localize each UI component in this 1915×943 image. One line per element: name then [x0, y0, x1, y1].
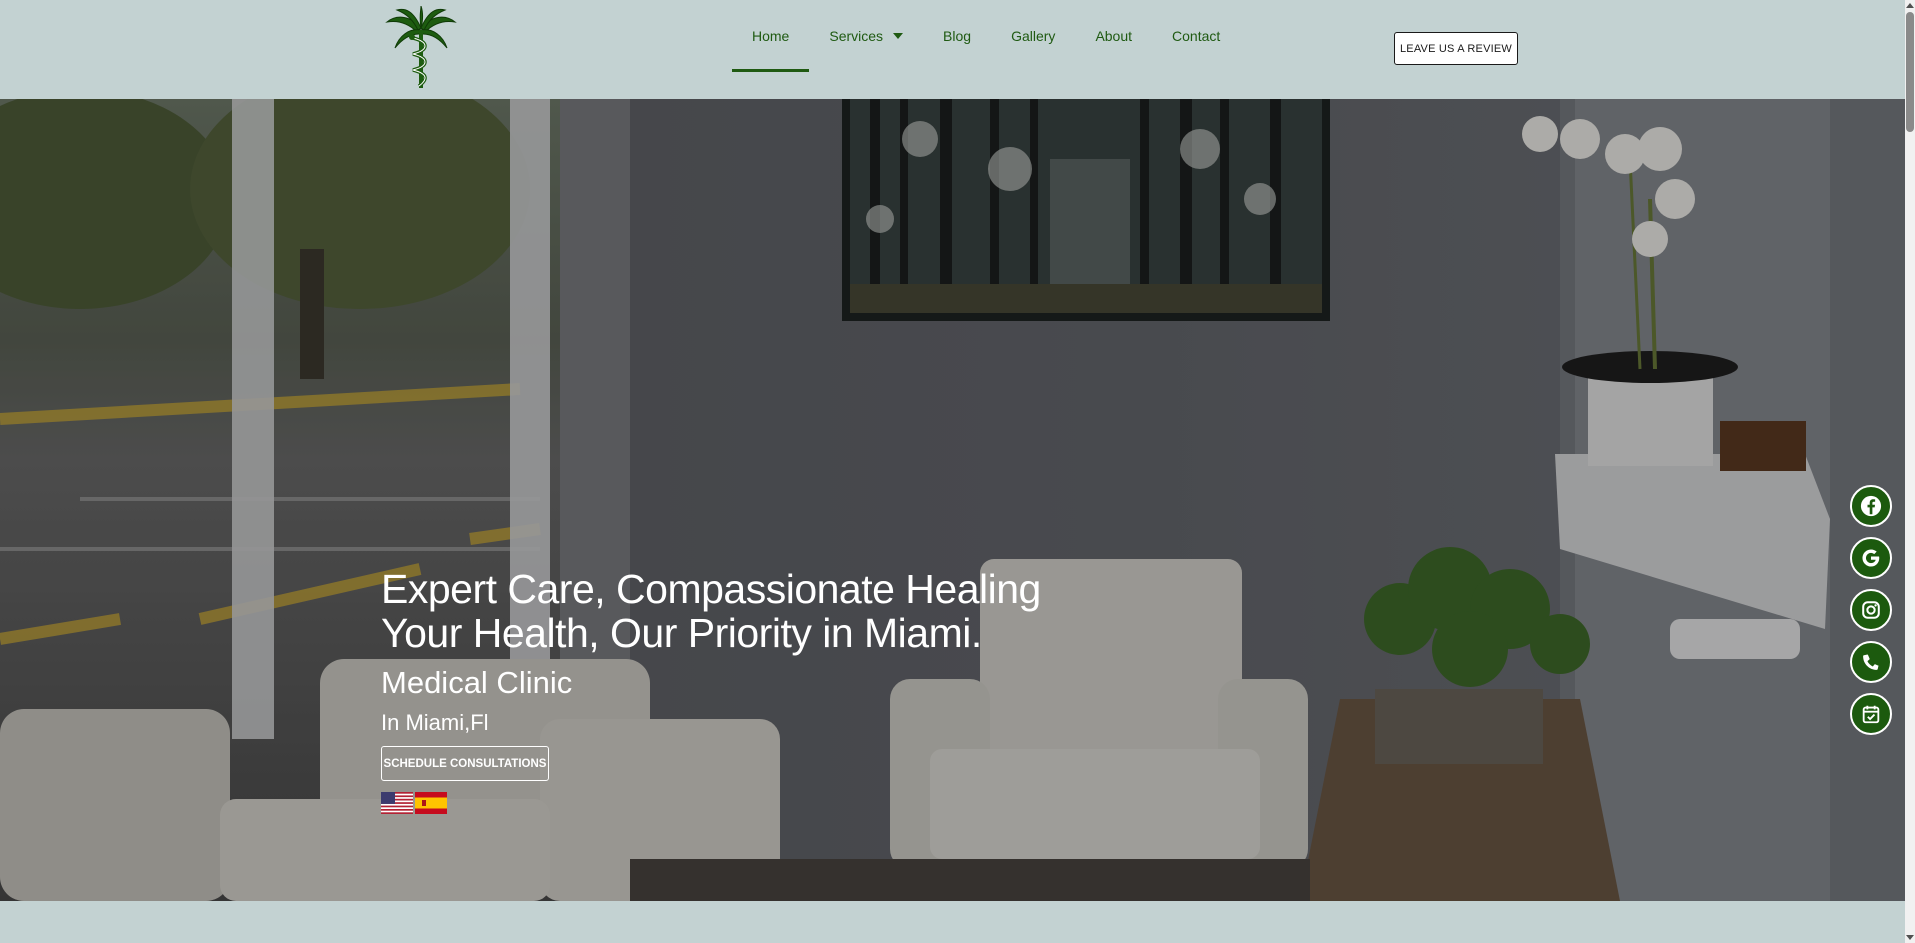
social-links — [1850, 485, 1892, 735]
calendar-check-icon — [1862, 705, 1880, 724]
instagram-link[interactable] — [1850, 589, 1892, 631]
spain-flag-icon[interactable] — [415, 792, 447, 814]
palm-caduceus-logo-icon[interactable] — [383, 6, 459, 92]
language-switcher — [381, 792, 1041, 814]
google-icon — [1862, 549, 1880, 567]
phone-icon — [1863, 654, 1879, 670]
us-flag-icon[interactable] — [381, 792, 413, 814]
next-section-band — [0, 901, 1905, 943]
nav-contact[interactable]: Contact — [1152, 0, 1240, 72]
phone-link[interactable] — [1850, 641, 1892, 683]
nav-home[interactable]: Home — [732, 0, 810, 72]
google-link[interactable] — [1850, 537, 1892, 579]
leave-review-button[interactable]: LEAVE US A REVIEW — [1394, 32, 1518, 65]
facebook-icon — [1860, 495, 1882, 517]
nav-home-label: Home — [752, 28, 790, 44]
schedule-consultations-button[interactable]: SCHEDULE CONSULTATIONS — [381, 746, 549, 781]
hero-subtitle: Medical Clinic — [381, 665, 573, 700]
chevron-down-icon[interactable] — [893, 33, 904, 39]
appointment-link[interactable] — [1850, 693, 1892, 735]
page-scrollbar[interactable] — [1905, 0, 1915, 943]
hero-headline-line2: Your Health, Our Priority in Miami. — [381, 610, 982, 656]
site-header: Home Services Blog Gallery About Contact… — [0, 0, 1905, 99]
nav-gallery[interactable]: Gallery — [991, 0, 1075, 72]
nav-about[interactable]: About — [1075, 0, 1152, 72]
nav-about-label: About — [1095, 28, 1133, 44]
hero-content: Expert Care, Compassionate Healing Your … — [381, 567, 1041, 814]
page: Home Services Blog Gallery About Contact… — [0, 0, 1915, 943]
nav-services[interactable]: Services — [809, 0, 923, 72]
scroll-down-icon[interactable] — [1906, 935, 1914, 940]
facebook-link[interactable] — [1850, 485, 1892, 527]
hero-headline-line1: Expert Care, Compassionate Healing — [381, 566, 1041, 612]
hero-section: Expert Care, Compassionate Healing Your … — [0, 99, 1905, 901]
nav-gallery-label: Gallery — [1011, 28, 1056, 44]
nav-services-label: Services — [829, 28, 884, 44]
nav-contact-label: Contact — [1172, 28, 1221, 44]
hero-location: In Miami,Fl — [381, 710, 489, 735]
scroll-up-icon[interactable] — [1906, 3, 1914, 8]
main-nav: Home Services Blog Gallery About Contact — [732, 0, 1240, 99]
nav-blog-label: Blog — [943, 28, 972, 44]
scroll-thumb[interactable] — [1906, 12, 1914, 132]
instagram-icon — [1862, 601, 1880, 619]
nav-blog[interactable]: Blog — [923, 0, 991, 72]
